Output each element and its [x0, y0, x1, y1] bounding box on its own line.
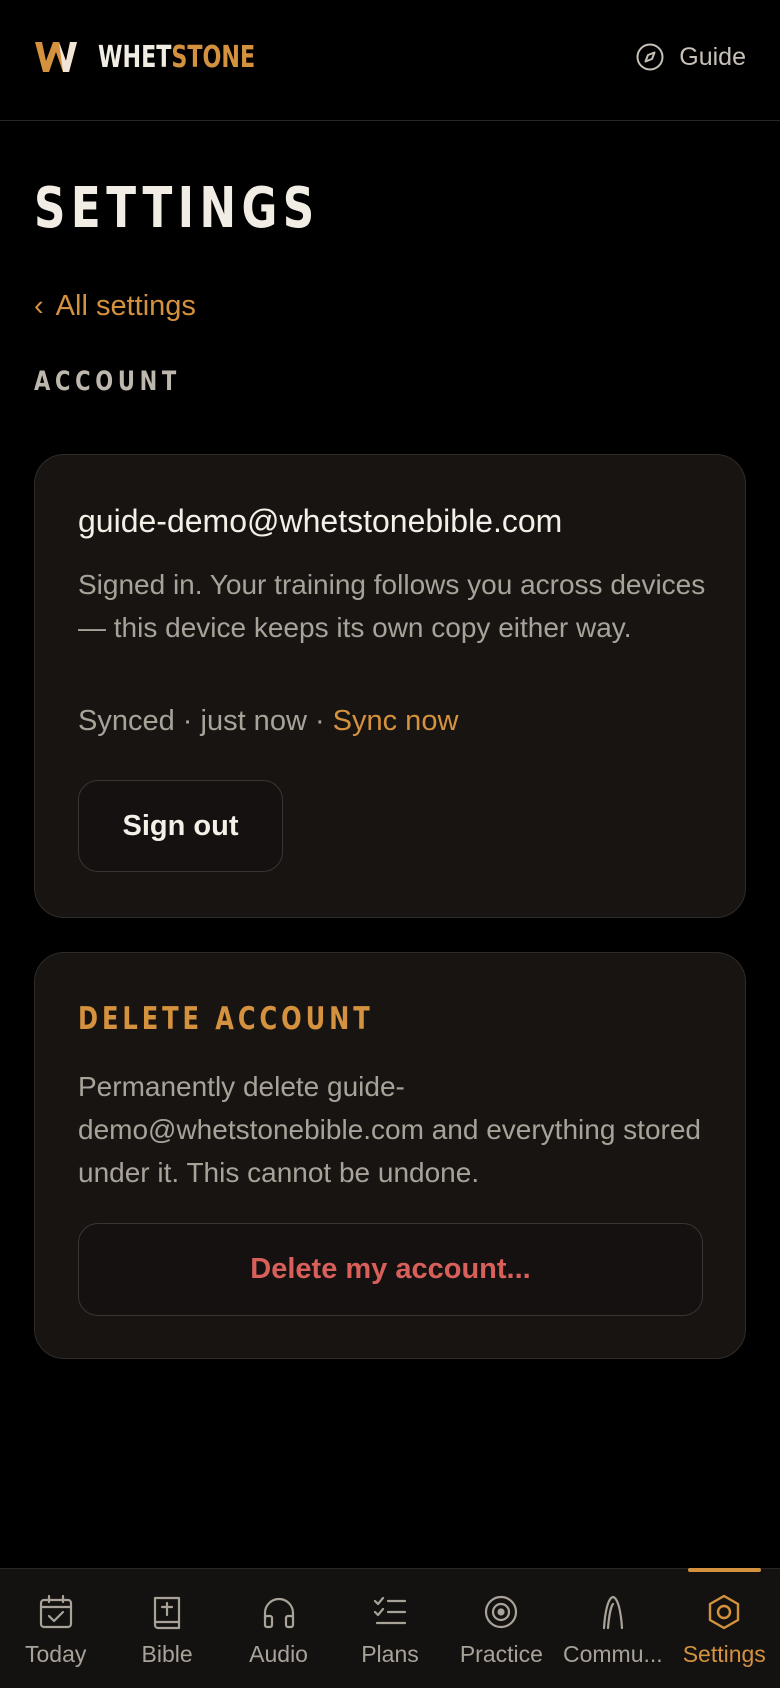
brand-wordmark-part1: WHET	[98, 39, 172, 75]
nav-label-plans: Plans	[361, 1641, 419, 1667]
chevron-left-icon: ‹	[34, 290, 44, 322]
sync-status-row: Synced · just now · Sync now	[78, 705, 458, 738]
hexagon-settings-icon	[709, 1594, 740, 1630]
arch-icon	[602, 1595, 623, 1630]
sign-out-button[interactable]: Sign out	[78, 780, 283, 872]
nav-label-community: Commu...	[562, 1641, 663, 1667]
sync-now-link[interactable]: Sync now	[333, 705, 459, 737]
nav-item-practice[interactable]: Practice	[446, 1569, 557, 1688]
all-settings-label: All settings	[55, 290, 196, 322]
compass-icon	[636, 43, 664, 71]
top-bar: WHETSTONE Guide	[0, 0, 780, 121]
headphones-icon	[263, 1597, 294, 1629]
account-email: guide-demo@whetstonebible.com	[78, 503, 563, 539]
account-description: Signed in. Your training follows you acr…	[78, 569, 706, 643]
guide-label: Guide	[679, 42, 746, 71]
active-tab-indicator	[687, 1568, 761, 1572]
nav-item-today[interactable]: Today	[0, 1569, 111, 1688]
nav-label-bible: Bible	[141, 1641, 193, 1667]
delete-account-card: DELETE ACCOUNT Permanently delete guide-…	[34, 952, 746, 1359]
nav-item-audio[interactable]: Audio	[223, 1569, 334, 1688]
nav-item-community[interactable]: Commu...	[557, 1569, 668, 1688]
target-icon	[485, 1595, 518, 1629]
whetstone-logo-icon	[35, 42, 77, 72]
nav-label-settings: Settings	[682, 1641, 766, 1667]
nav-label-practice: Practice	[459, 1641, 543, 1667]
delete-account-description: Permanently delete guide-demo@whetstoneb…	[78, 1071, 701, 1188]
checklist-icon	[373, 1596, 407, 1625]
bottom-nav: Today Bible Audio Plans Practice Commu..…	[0, 1568, 780, 1688]
guide-button[interactable]: Guide	[635, 42, 746, 72]
nav-item-bible[interactable]: Bible	[111, 1569, 222, 1688]
nav-item-plans[interactable]: Plans	[334, 1569, 445, 1688]
brand[interactable]: WHETSTONE	[34, 39, 310, 75]
all-settings-link[interactable]: ‹ All settings	[34, 290, 196, 323]
nav-label-audio: Audio	[249, 1641, 308, 1667]
delete-account-heading: DELETE ACCOUNT	[78, 1001, 374, 1037]
sync-status: Synced · just now ·	[78, 705, 333, 737]
brand-wordmark: WHETSTONE	[98, 40, 255, 75]
bible-icon	[154, 1596, 181, 1630]
app-root: WHETSTONE Guide SETTINGS ‹ All settings …	[0, 0, 780, 1688]
nav-label-today: Today	[25, 1641, 87, 1667]
page-title: SETTINGS	[34, 176, 320, 241]
section-label-account: ACCOUNT	[34, 366, 181, 397]
nav-item-settings[interactable]: Settings	[669, 1568, 780, 1688]
delete-account-button[interactable]: Delete my account...	[78, 1223, 703, 1316]
brand-wordmark-part2: STONE	[171, 39, 256, 75]
account-card: guide-demo@whetstonebible.com Signed in.…	[34, 454, 746, 918]
calendar-check-icon	[39, 1594, 72, 1629]
